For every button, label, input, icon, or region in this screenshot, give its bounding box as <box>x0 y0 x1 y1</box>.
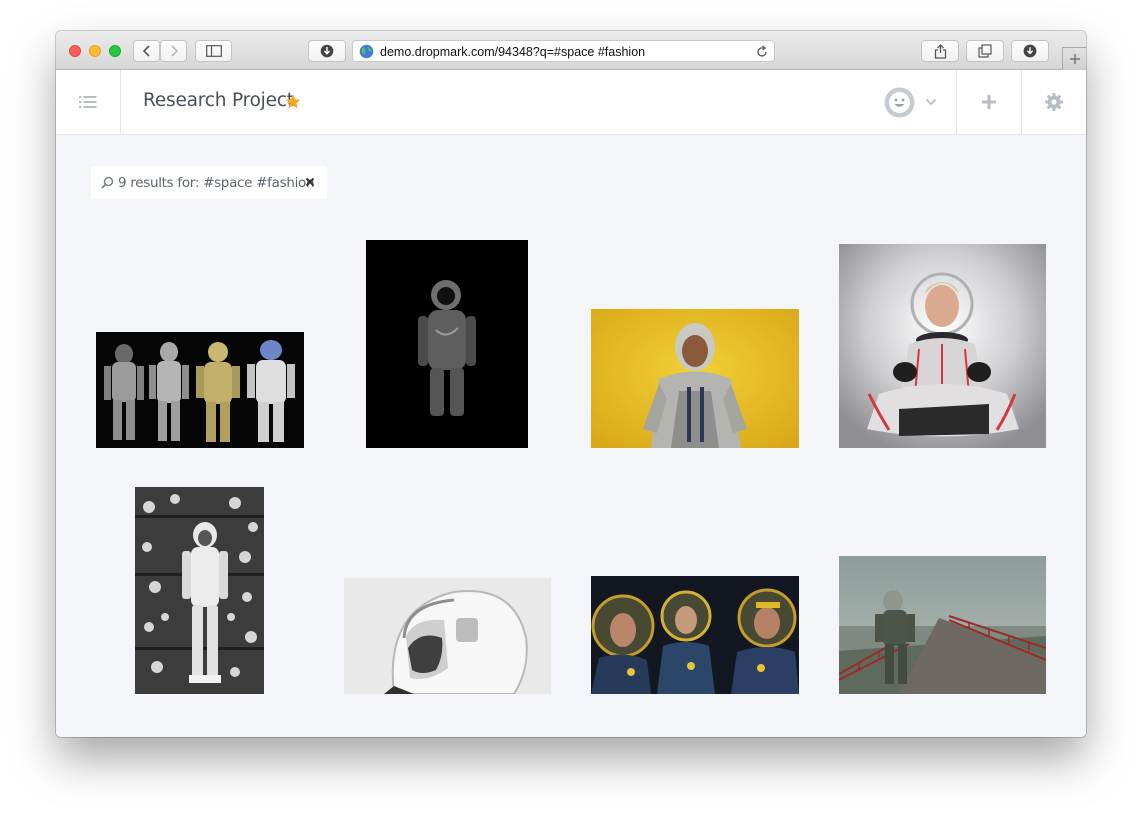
search-results-chip: 9 results for: #space #fashion <box>91 166 327 199</box>
user-menu[interactable] <box>884 84 944 120</box>
black-astronaut-photo[interactable] <box>366 240 528 448</box>
three-astronauts-helmets-photo[interactable] <box>591 576 799 694</box>
browser-window: demo.dropmark.com/94348?q=#space #fashio… <box>56 31 1086 737</box>
collection-content: 9 results for: #space #fashion <box>56 135 1086 737</box>
astronaut-yellow-background-photo[interactable] <box>591 309 799 448</box>
search-results-text: 9 results for: #space #fashion <box>118 175 315 191</box>
avatar-icon <box>884 87 915 117</box>
sidebar-toggle-button[interactable] <box>195 40 232 62</box>
astronaut-helmet-profile-photo[interactable] <box>344 578 551 694</box>
downloads-button[interactable] <box>1011 40 1049 62</box>
vintage-astronaut-bw-photo[interactable] <box>135 487 264 694</box>
new-tab-button[interactable] <box>1062 47 1086 70</box>
dropmark-extension-icon <box>320 44 334 58</box>
close-icon[interactable] <box>305 177 315 187</box>
list-icon <box>79 96 97 108</box>
minimize-window-button[interactable] <box>89 45 101 57</box>
page-title: Research Project <box>143 90 294 111</box>
zoom-window-button[interactable] <box>109 45 121 57</box>
four-spacesuits-photo[interactable] <box>96 332 304 448</box>
extension-button[interactable] <box>308 40 346 62</box>
collections-menu-button[interactable] <box>56 70 121 134</box>
share-button[interactable] <box>921 40 959 62</box>
url-text: demo.dropmark.com/94348?q=#space #fashio… <box>380 45 646 59</box>
globe-icon <box>359 44 374 59</box>
browser-toolbar: demo.dropmark.com/94348?q=#space #fashio… <box>56 31 1086 70</box>
close-window-button[interactable] <box>69 45 81 57</box>
app-header: Research Project <box>56 70 1086 135</box>
address-bar[interactable]: demo.dropmark.com/94348?q=#space #fashio… <box>352 40 775 62</box>
search-icon <box>101 176 114 189</box>
chevron-right-icon <box>170 45 178 57</box>
reload-icon[interactable] <box>756 45 768 58</box>
forward-button[interactable] <box>160 40 187 62</box>
tabs-icon <box>978 44 992 58</box>
gear-icon <box>1045 93 1063 111</box>
plus-icon <box>982 95 996 109</box>
share-icon <box>934 43 946 59</box>
settings-button[interactable] <box>1021 70 1086 134</box>
woman-in-spacesuit-photo[interactable] <box>839 244 1046 448</box>
astronaut-on-bridge-photo[interactable] <box>839 556 1046 694</box>
add-item-button[interactable] <box>956 70 1021 134</box>
back-button[interactable] <box>133 40 160 62</box>
star-icon[interactable] <box>285 94 301 109</box>
download-icon <box>1023 44 1037 58</box>
chevron-left-icon <box>142 45 150 57</box>
show-tabs-button[interactable] <box>966 40 1004 62</box>
chevron-down-icon <box>925 98 937 106</box>
plus-icon <box>1069 54 1080 64</box>
sidebar-icon <box>205 45 222 57</box>
